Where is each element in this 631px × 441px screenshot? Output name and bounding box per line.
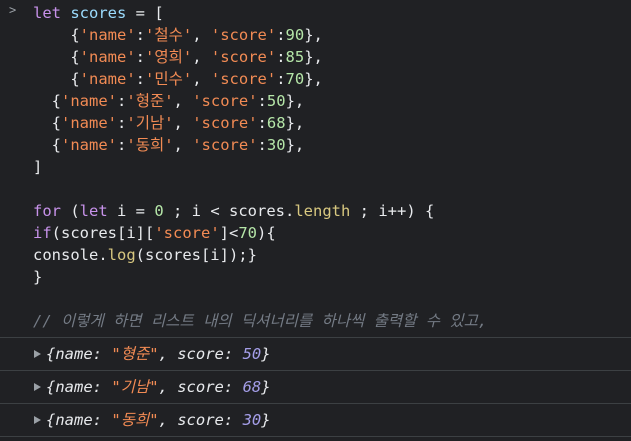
prompt-chevron-icon: > bbox=[9, 3, 17, 17]
output-object[interactable]: {name: "기남", score: 68} bbox=[46, 376, 271, 398]
code-line-entry: {'name':'기남', 'score':68}, bbox=[51, 114, 305, 132]
expand-triangle-icon[interactable] bbox=[34, 383, 41, 391]
divider bbox=[0, 436, 631, 437]
code-line-close-brace: } bbox=[33, 268, 43, 286]
code-line-comment: // 이렇게 하면 리스트 내의 딕셔너리를 하나씩 출력할 수 있고, bbox=[33, 312, 488, 330]
output-row[interactable]: {name: "형준", score: 50} bbox=[0, 338, 631, 370]
code-line-for: for (let i = 0 ; i < scores.length ; i++… bbox=[33, 202, 435, 220]
code-line-console-log: console.log(scores[i]);} bbox=[33, 246, 257, 264]
code-line-entry: {'name':'철수', 'score':90}, bbox=[70, 26, 323, 44]
code-line-entry: {'name':'형준', 'score':50}, bbox=[51, 92, 305, 110]
code-line-entry: {'name':'민수', 'score':70}, bbox=[70, 70, 323, 88]
code-line-if: if(scores[i]['score']<70){ bbox=[33, 224, 276, 242]
console-input-block: > let scores = [ {'name':'철수', 'score':9… bbox=[0, 0, 631, 338]
expand-triangle-icon[interactable] bbox=[34, 350, 41, 358]
code-line-close-bracket: ] bbox=[33, 158, 43, 176]
output-object[interactable]: {name: "형준", score: 50} bbox=[46, 343, 271, 365]
code-line-entry: {'name':'동희', 'score':30}, bbox=[51, 136, 305, 154]
output-object[interactable]: {name: "동희", score: 30} bbox=[46, 409, 271, 431]
output-row[interactable]: {name: "기남", score: 68} bbox=[0, 371, 631, 403]
expand-triangle-icon[interactable] bbox=[34, 416, 41, 424]
output-row[interactable]: {name: "동희", score: 30} bbox=[0, 404, 631, 436]
code-line-entry: {'name':'영희', 'score':85}, bbox=[70, 48, 323, 66]
code-line-declaration: let scores = [ bbox=[33, 4, 164, 22]
